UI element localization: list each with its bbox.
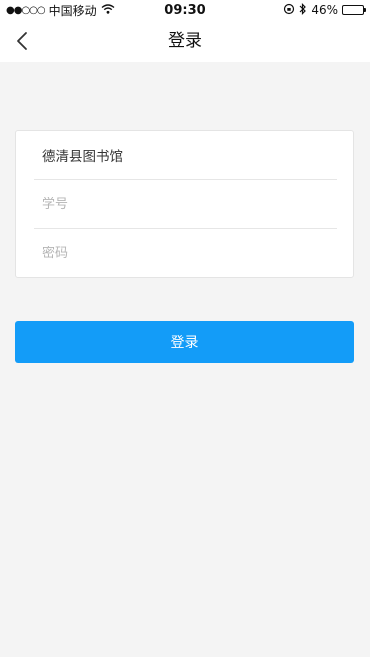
battery-icon	[342, 5, 366, 15]
nav-bar: 登录	[0, 20, 370, 62]
status-left: ●●○○○ 中国移动	[6, 2, 115, 19]
bluetooth-icon	[299, 2, 307, 18]
signal-dots-icon: ●●○○○	[6, 4, 46, 16]
login-form: 德清县图书馆	[15, 130, 354, 278]
login-button[interactable]: 登录	[15, 321, 354, 363]
wifi-icon	[101, 3, 115, 17]
student-id-input[interactable]	[42, 196, 337, 212]
student-id-row	[34, 180, 337, 229]
library-row[interactable]: 德清县图书馆	[34, 131, 337, 180]
status-bar: ●●○○○ 中国移动 09:30 46%	[0, 0, 370, 20]
orientation-lock-icon	[283, 3, 295, 18]
password-row	[34, 229, 337, 278]
carrier-label: 中国移动	[48, 3, 97, 18]
password-input[interactable]	[42, 246, 337, 261]
library-name: 德清县图书馆	[42, 149, 123, 165]
battery-percent: 46%	[311, 3, 338, 17]
page-title: 登录	[168, 31, 202, 51]
status-right: 46%	[283, 2, 366, 18]
